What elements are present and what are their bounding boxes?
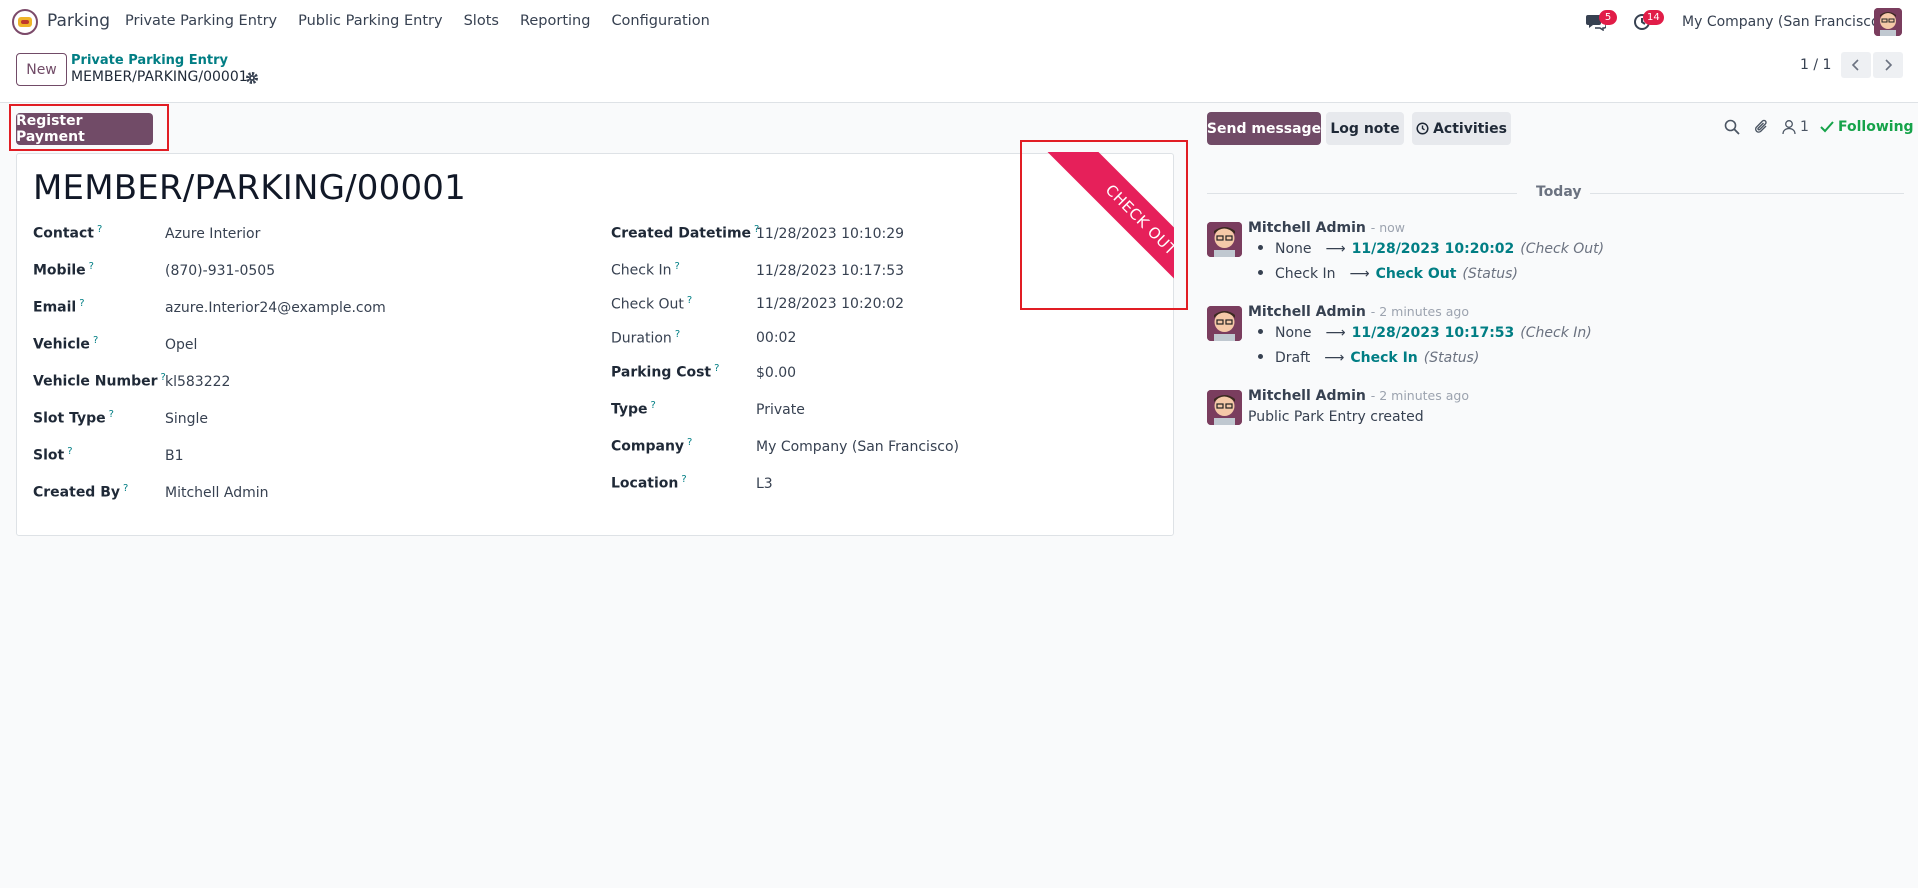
following-label: Following: [1838, 119, 1914, 135]
breadcrumb-current-record: MEMBER/PARKING/00001: [71, 69, 248, 85]
messages-badge: 5: [1599, 10, 1617, 25]
separator-line-right: [1590, 193, 1904, 194]
label-created-by: Created By?: [33, 483, 129, 501]
value-created-by[interactable]: Mitchell Admin: [165, 485, 269, 501]
message-time: - 2 minutes ago: [1370, 304, 1469, 319]
value-created-datetime[interactable]: 11/28/2023 10:10:29: [756, 226, 904, 242]
chevron-left-icon: [1851, 59, 1859, 71]
parking-app-logo-icon[interactable]: [12, 9, 38, 35]
pager-value[interactable]: 1 / 1: [1800, 57, 1831, 73]
menu-reporting[interactable]: Reporting: [520, 13, 591, 29]
register-payment-highlight: [9, 104, 169, 151]
label-email: Email?: [33, 298, 85, 316]
following-button[interactable]: Following: [1820, 117, 1914, 137]
label-check-out: Check Out?: [611, 295, 693, 313]
menu-public-parking-entry[interactable]: Public Parking Entry: [298, 13, 442, 29]
log-note-button[interactable]: Log note: [1326, 112, 1404, 145]
new-button[interactable]: New: [16, 53, 67, 86]
value-location[interactable]: L3: [756, 476, 773, 492]
menu-slots[interactable]: Slots: [464, 13, 499, 29]
chevron-right-icon: [1885, 59, 1893, 71]
label-created-datetime: Created Datetime?: [611, 224, 760, 242]
value-slot-type[interactable]: Single: [165, 411, 208, 427]
tracking-value: None ⟶ 11/28/2023 10:20:02 (Check Out): [1258, 241, 1604, 257]
user-icon: [1782, 120, 1796, 135]
value-email[interactable]: azure.Interior24@example.com: [165, 300, 386, 316]
date-separator: Today: [1536, 184, 1582, 200]
pager-next-button[interactable]: [1873, 52, 1903, 78]
activities-badge: 14: [1643, 10, 1664, 25]
value-check-in[interactable]: 11/28/2023 10:17:53: [756, 263, 904, 279]
label-vehicle: Vehicle?: [33, 335, 99, 353]
label-parking-cost: Parking Cost?: [611, 363, 720, 381]
message-author[interactable]: Mitchell Admin - 2 minutes ago: [1248, 388, 1469, 404]
label-slot: Slot?: [33, 446, 73, 464]
tracking-value: Check In ⟶ Check Out (Status): [1258, 266, 1518, 282]
label-mobile: Mobile?: [33, 261, 94, 279]
gear-icon[interactable]: [244, 70, 260, 86]
app-name[interactable]: Parking: [47, 11, 110, 31]
label-company: Company?: [611, 437, 693, 455]
message-avatar[interactable]: [1207, 306, 1242, 341]
value-check-out[interactable]: 11/28/2023 10:20:02: [756, 296, 904, 312]
followers-count: 1: [1800, 119, 1809, 135]
value-parking-cost[interactable]: $0.00: [756, 365, 796, 381]
label-vehicle-number: Vehicle Number?: [33, 372, 166, 390]
activities-label: Activities: [1433, 120, 1507, 137]
value-duration[interactable]: 00:02: [756, 330, 796, 346]
value-company[interactable]: My Company (San Francisco): [756, 439, 959, 455]
search-icon[interactable]: [1724, 119, 1740, 135]
menu-configuration[interactable]: Configuration: [611, 13, 709, 29]
main-menu: Private Parking Entry Public Parking Ent…: [125, 13, 731, 29]
value-type[interactable]: Private: [756, 402, 805, 418]
separator-line-left: [1207, 193, 1517, 194]
activities-button[interactable]: Activities: [1412, 112, 1511, 145]
value-contact[interactable]: Azure Interior: [165, 226, 260, 242]
ribbon-highlight: [1020, 140, 1188, 310]
send-message-button[interactable]: Send message: [1207, 112, 1321, 145]
value-slot[interactable]: B1: [165, 448, 184, 464]
followers-button[interactable]: [1782, 118, 1816, 136]
label-location: Location?: [611, 474, 687, 492]
value-vehicle[interactable]: Opel: [165, 337, 197, 353]
tracking-value: Draft ⟶ Check In (Status): [1258, 350, 1479, 366]
tracking-value: None ⟶ 11/28/2023 10:17:53 (Check In): [1258, 325, 1592, 341]
clock-icon: [1416, 122, 1429, 135]
label-check-in: Check In?: [611, 261, 680, 279]
control-panel: New Private Parking Entry MEMBER/PARKING…: [0, 43, 1918, 103]
record-title: MEMBER/PARKING/00001: [33, 168, 466, 208]
message-body: Public Park Entry created: [1248, 409, 1424, 425]
value-vehicle-number[interactable]: kl583222: [165, 374, 230, 390]
message-author[interactable]: Mitchell Admin - 2 minutes ago: [1248, 304, 1469, 320]
label-duration: Duration?: [611, 329, 681, 347]
message-avatar[interactable]: [1207, 222, 1242, 257]
user-avatar[interactable]: [1874, 8, 1902, 36]
menu-private-parking-entry[interactable]: Private Parking Entry: [125, 13, 277, 29]
message-time: - now: [1370, 220, 1406, 235]
label-contact: Contact?: [33, 224, 103, 242]
top-navbar: Parking Private Parking Entry Public Par…: [0, 0, 1918, 43]
message-avatar[interactable]: [1207, 390, 1242, 425]
company-switcher[interactable]: My Company (San Francisco): [1682, 14, 1885, 30]
label-type: Type?: [611, 400, 656, 418]
message-time: - 2 minutes ago: [1370, 388, 1469, 403]
paperclip-icon[interactable]: [1754, 118, 1770, 136]
breadcrumb-private-parking-entry[interactable]: Private Parking Entry: [71, 53, 228, 68]
label-slot-type: Slot Type?: [33, 409, 114, 427]
message-author[interactable]: Mitchell Admin - now: [1248, 220, 1405, 236]
check-icon: [1820, 121, 1834, 133]
pager-previous-button[interactable]: [1841, 52, 1871, 78]
value-mobile[interactable]: (870)-931-0505: [165, 263, 275, 279]
